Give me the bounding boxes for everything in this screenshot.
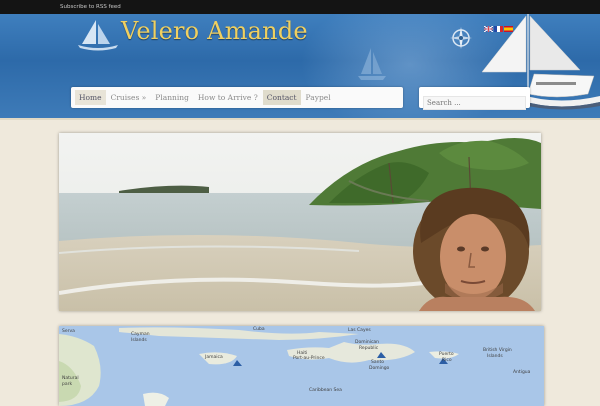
map-label: Las Cayes — [348, 328, 371, 333]
site-header: Velero Amande Home Cruises » Planning Ho… — [0, 14, 600, 118]
compass-icon — [450, 27, 472, 49]
nav-cruises[interactable]: Cruises » — [107, 90, 151, 105]
nav-paypel[interactable]: Paypel — [302, 90, 335, 105]
top-bar: Subscribe to RSS feed — [0, 0, 600, 14]
beach-banner-image — [59, 133, 541, 311]
header-divider — [0, 118, 600, 120]
map-label: Islands — [131, 338, 147, 343]
map-label: Cayman — [131, 332, 150, 337]
map-label: Islands — [487, 354, 503, 359]
nav-planning[interactable]: Planning — [151, 90, 193, 105]
beach-photo — [59, 133, 541, 311]
nav-how-to-arrive[interactable]: How to Arrive ? — [194, 90, 262, 105]
map-label: Puerto — [439, 352, 454, 357]
map-label: Cuba — [253, 327, 265, 332]
map-label: Caribbean Sea — [309, 388, 342, 393]
map-label: Santo — [371, 360, 384, 365]
map-label: Port-au-Prince — [293, 356, 325, 361]
map-label: Domingo — [369, 366, 390, 371]
map-label: Dominican — [355, 340, 380, 345]
sail-watermark-icon — [358, 48, 386, 80]
caribbean-map[interactable]: Serva Cayman Islands Cuba Las Cayes Jama… — [59, 326, 544, 406]
map-label: British Virgin — [483, 348, 512, 353]
search-input[interactable] — [423, 96, 526, 110]
sailboat-logo-icon[interactable] — [76, 18, 120, 52]
map-label: Rico — [442, 358, 452, 363]
main-nav: Home Cruises » Planning How to Arrive ? … — [71, 87, 403, 108]
map-label: Serva — [62, 329, 75, 334]
nav-home[interactable]: Home — [75, 90, 106, 105]
map-label: Natural — [62, 376, 79, 381]
map-label: Republic — [359, 346, 379, 351]
nav-contact[interactable]: Contact — [262, 90, 301, 105]
site-title[interactable]: Velero Amande — [121, 17, 308, 45]
map-label: Jamaica — [205, 355, 223, 360]
rss-subscribe-link[interactable]: Subscribe to RSS feed — [60, 4, 121, 10]
map-label: Antigua — [513, 370, 531, 375]
search-box — [419, 87, 530, 110]
map-label: park — [62, 382, 73, 387]
